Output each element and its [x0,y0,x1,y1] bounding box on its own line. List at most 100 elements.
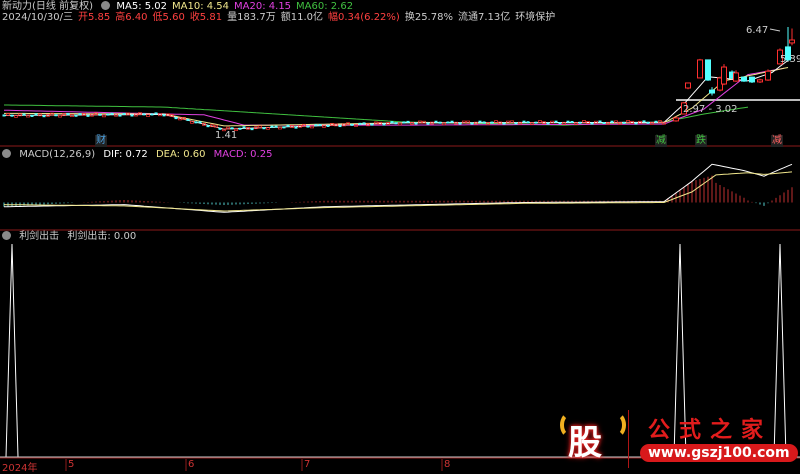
candle [538,120,542,123]
candle [262,127,266,130]
candle [162,114,166,117]
candle [749,76,755,83]
event-tag[interactable]: 财 [95,135,107,147]
candle [434,120,438,123]
candle [26,114,30,118]
candle [30,114,34,117]
candle [370,123,374,126]
candle [610,120,614,123]
candle [118,114,122,117]
logo-url: www.gszj100.com [640,444,798,462]
candle [86,114,90,117]
candle [410,122,414,125]
candle [314,124,318,127]
candle [406,120,410,123]
candle [614,120,618,124]
candle [502,122,506,125]
candle [242,126,246,129]
time-axis-label: 8 [444,459,451,470]
candle [646,121,650,124]
candle [58,114,62,118]
last-price-label: 5.39 [780,54,800,65]
candle [514,122,518,125]
candle [286,124,290,127]
candle [106,113,110,116]
candle [642,120,646,123]
candle [270,125,274,128]
candle [705,59,711,81]
event-tag[interactable]: 跌 [695,135,707,147]
candle [789,39,795,44]
candle [130,114,134,117]
candle [709,89,715,94]
candle [697,59,703,79]
high-price-label: 6.47 [746,25,769,36]
candle [482,121,486,124]
candle [66,113,70,116]
logo-char: 股 [568,423,602,463]
candle [310,125,314,129]
candle [534,121,538,124]
candle [402,121,406,124]
candle [338,125,342,128]
candle [598,120,602,123]
event-tag[interactable]: 减 [771,135,783,147]
candle [390,121,394,124]
candle [142,113,146,116]
candle [294,126,298,129]
candle [634,122,638,125]
candle [278,126,282,130]
time-axis-label: 6 [188,459,195,470]
candle [741,76,747,82]
candle [570,121,574,124]
candle [10,114,14,117]
candle [530,122,534,125]
candle [578,121,582,124]
candle [654,120,658,123]
candle [470,122,474,125]
candle [98,113,102,116]
candle [230,127,234,130]
candle [14,114,18,118]
stock-chart[interactable] [0,0,800,471]
candle [626,120,630,123]
candle [154,112,158,115]
candle [146,114,150,117]
candle [450,120,454,123]
candle [250,128,254,131]
candle [266,127,270,130]
candle [110,112,114,115]
candle [622,121,626,124]
candle [122,112,126,115]
high-arrow [769,28,781,32]
candle [358,122,362,125]
candle [34,113,38,116]
ma20-line [3,67,785,126]
time-axis-label: 5 [68,459,75,470]
candle [590,122,594,125]
candle [238,127,242,130]
candle [602,122,606,125]
watermark-logo: 股 公式之家 www.gszj100.com [560,410,798,470]
candle [318,123,322,126]
event-tag[interactable]: 减 [655,135,667,147]
candle [214,124,218,128]
candle [174,117,178,120]
candle [478,120,482,123]
candle [190,120,194,124]
candle [194,121,198,124]
candle [102,114,106,118]
candle [350,123,354,126]
candle [18,113,22,117]
candle [558,122,562,125]
candle [2,114,6,117]
candle [150,113,154,116]
candle [42,115,46,118]
candle [78,113,82,116]
candle [282,126,286,129]
candle [582,120,586,123]
candle [398,122,402,126]
candle [258,125,262,129]
candle [226,126,230,130]
candle [757,79,763,83]
